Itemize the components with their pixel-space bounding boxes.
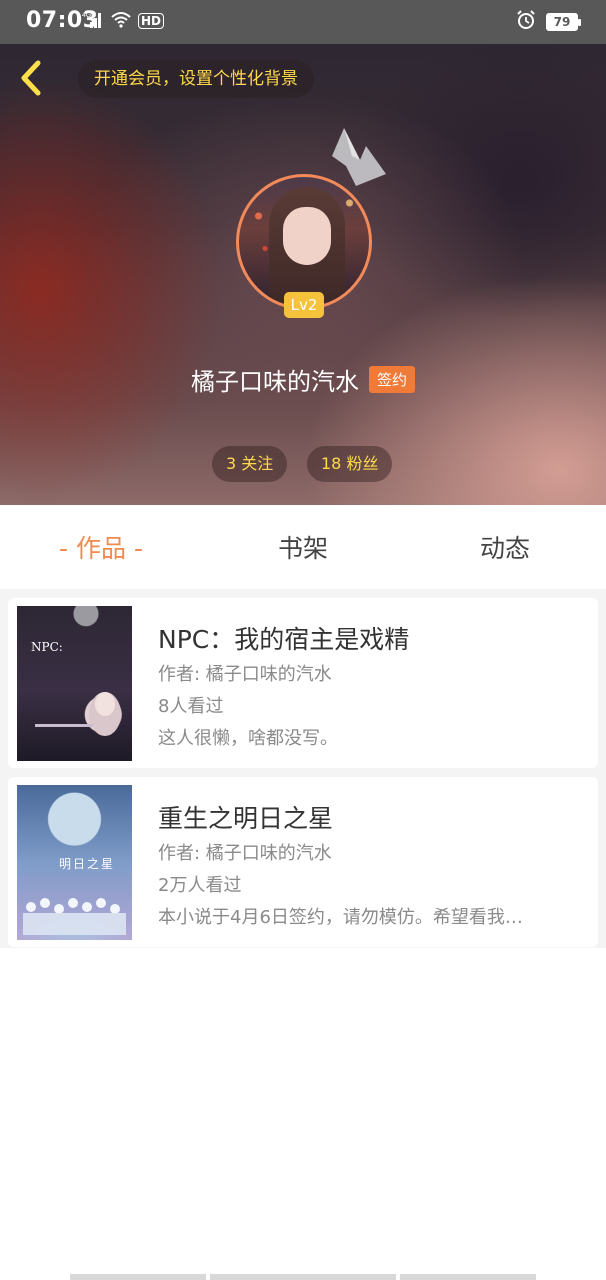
back-button[interactable] xyxy=(14,58,50,98)
level-badge: Lv2 xyxy=(284,292,324,318)
sign-badge: 签约 xyxy=(368,366,415,393)
status-network-icons: 4G HD xyxy=(82,10,165,32)
avatar[interactable] xyxy=(236,174,372,310)
book-author: 作者: 橘子口味的汽水 xyxy=(158,664,332,685)
nav-gesture-bar xyxy=(400,1274,536,1280)
book-cover: 明日之星 xyxy=(17,785,132,940)
list-item[interactable]: 明日之星 重生之明日之星 作者: 橘子口味的汽水 2万人看过 本小说于4月6日签… xyxy=(8,777,598,947)
nav-gesture-bar xyxy=(210,1274,396,1280)
battery-icon: 79 xyxy=(546,13,581,31)
list-item[interactable]: NPC: NPC：我的宿主是戏精 作者: 橘子口味的汽水 8人看过 这人很懒，啥… xyxy=(8,598,598,768)
fans-count-button[interactable]: 18 粉丝 xyxy=(307,446,393,482)
profile-header: 07:03 4G HD 79 开通会员，设置个性化背景 Lv2 橘子口味的汽水 … xyxy=(0,0,606,505)
status-right-icons: 79 xyxy=(516,10,581,34)
nav-gesture-bar xyxy=(70,1274,206,1280)
tab-works[interactable]: - 作品 - xyxy=(0,529,202,565)
tab-bookshelf[interactable]: 书架 xyxy=(202,529,404,565)
book-views: 2万人看过 xyxy=(158,875,242,896)
tab-activity[interactable]: 动态 xyxy=(404,529,606,565)
profile-tabs: - 作品 - 书架 动态 xyxy=(0,505,606,589)
book-cover: NPC: xyxy=(17,606,132,761)
book-views: 8人看过 xyxy=(158,696,224,717)
vip-background-banner[interactable]: 开通会员，设置个性化背景 xyxy=(78,60,314,98)
signal-icon: 4G xyxy=(82,10,104,32)
hd-icon: HD xyxy=(138,13,165,29)
wifi-icon xyxy=(110,10,132,32)
chevron-left-icon xyxy=(21,60,41,96)
book-description: 这人很懒，啥都没写。 xyxy=(158,728,338,749)
svg-text:4G: 4G xyxy=(82,12,91,19)
book-title: NPC：我的宿主是戏精 xyxy=(158,625,410,654)
works-list: NPC: NPC：我的宿主是戏精 作者: 橘子口味的汽水 8人看过 这人很懒，啥… xyxy=(0,589,606,948)
follow-count-button[interactable]: 3 关注 xyxy=(212,446,288,482)
status-bar: 07:03 4G HD 79 xyxy=(0,0,606,44)
username-row: 橘子口味的汽水 签约 xyxy=(0,362,606,397)
book-description: 本小说于4月6日签约，请勿模仿。希望看我… xyxy=(158,907,523,928)
alarm-icon xyxy=(516,10,536,34)
book-author: 作者: 橘子口味的汽水 xyxy=(158,843,332,864)
username: 橘子口味的汽水 xyxy=(190,368,359,396)
book-title: 重生之明日之星 xyxy=(158,804,334,833)
